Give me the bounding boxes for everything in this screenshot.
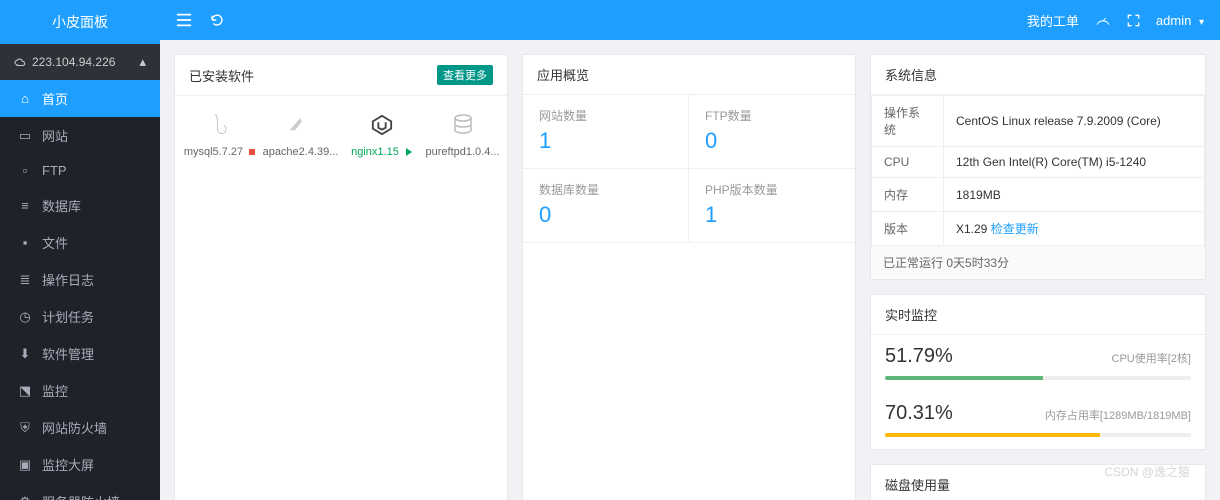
card-title: 应用概览	[537, 65, 589, 84]
sysinfo-table: 操作系统CentOS Linux release 7.9.2009 (Core)…	[871, 95, 1205, 246]
shield-icon: ⛨	[18, 420, 32, 436]
table-row: 操作系统CentOS Linux release 7.9.2009 (Core)	[872, 96, 1205, 147]
home-icon: ⌂	[18, 91, 32, 106]
nav-item-10[interactable]: ▣监控大屏	[0, 446, 160, 483]
mem-bar	[885, 433, 1100, 437]
nav-item-6[interactable]: ◷计划任务	[0, 298, 160, 335]
uptime-text: 已正常运行 0天5时33分	[871, 246, 1205, 279]
monitor-card: 实时监控 51.79% CPU使用率[2核] 70.31% 内存占用率[1289…	[870, 294, 1206, 450]
installed-software-card: 已安装软件 查看更多 mysql5.7.27 apache2.4.39... n…	[174, 54, 508, 500]
stat-item: 数据库数量0	[523, 169, 689, 243]
software-item[interactable]: apache2.4.39...	[260, 104, 341, 164]
card-title: 磁盘使用量	[885, 475, 950, 494]
chevron-down-icon: ▾	[1199, 17, 1204, 28]
download-icon: ⬇	[18, 346, 32, 362]
disk-card: 磁盘使用量 51.75%/目录[8.79GB/16.99GB]51.75%/ww…	[870, 464, 1206, 500]
software-item[interactable]: pureftpd1.0.4...	[422, 104, 503, 164]
folder-icon: ▪	[18, 235, 32, 250]
chevron-up-icon: ▴	[139, 54, 146, 70]
refresh-icon[interactable]	[210, 13, 224, 27]
my-tickets-link[interactable]: 我的工单	[1027, 11, 1079, 30]
software-grid: mysql5.7.27 apache2.4.39... nginx1.15 pu…	[175, 96, 507, 174]
check-update-link[interactable]: 检查更新	[991, 222, 1039, 236]
overview-stats: 网站数量1FTP数量0数据库数量0PHP版本数量1	[523, 95, 855, 243]
chart-icon: ⬔	[18, 383, 32, 399]
software-icon	[424, 110, 501, 140]
card-title: 系统信息	[885, 65, 937, 84]
stat-item: 网站数量1	[523, 95, 689, 169]
fullscreen-icon[interactable]	[1127, 14, 1140, 27]
db-icon: ≡	[18, 198, 32, 213]
overview-card: 应用概览 网站数量1FTP数量0数据库数量0PHP版本数量1	[522, 54, 856, 500]
mem-usage: 70.31% 内存占用率[1289MB/1819MB]	[871, 392, 1205, 449]
monitor-icon: ▭	[18, 128, 32, 144]
ip-text: 223.104.94.226	[32, 55, 115, 69]
card-title: 实时监控	[885, 305, 937, 324]
cpu-bar	[885, 376, 1043, 380]
nav: ⌂首页▭网站▫FTP≡数据库▪文件≣操作日志◷计划任务⬇软件管理⬔监控⛨网站防火…	[0, 80, 160, 500]
folder-o-icon: ▫	[18, 163, 32, 178]
software-item[interactable]: mysql5.7.27	[179, 104, 260, 164]
clock-icon: ◷	[18, 309, 32, 325]
ip-switcher[interactable]: 223.104.94.226 ▴	[0, 44, 160, 80]
table-row: 内存1819MB	[872, 178, 1205, 212]
software-icon	[262, 110, 339, 140]
server-icon: ⚙	[18, 494, 32, 500]
software-icon	[343, 110, 420, 140]
nav-item-4[interactable]: ▪文件	[0, 224, 160, 261]
nav-item-7[interactable]: ⬇软件管理	[0, 335, 160, 372]
nav-item-5[interactable]: ≣操作日志	[0, 261, 160, 298]
software-icon	[181, 110, 258, 140]
sysinfo-card: 系统信息 操作系统CentOS Linux release 7.9.2009 (…	[870, 54, 1206, 280]
stat-item: PHP版本数量1	[689, 169, 855, 243]
nav-item-11[interactable]: ⚙服务器防火墙	[0, 483, 160, 500]
list-icon: ≣	[18, 272, 32, 288]
stat-item: FTP数量0	[689, 95, 855, 169]
nav-item-8[interactable]: ⬔监控	[0, 372, 160, 409]
software-item[interactable]: nginx1.15	[341, 104, 422, 164]
dashboard-icon[interactable]	[1095, 13, 1111, 27]
nav-item-9[interactable]: ⛨网站防火墙	[0, 409, 160, 446]
cloud-icon	[14, 57, 26, 67]
cpu-usage: 51.79% CPU使用率[2核]	[871, 335, 1205, 392]
view-more-button[interactable]: 查看更多	[437, 65, 493, 85]
sidebar: 小皮面板 223.104.94.226 ▴ ⌂首页▭网站▫FTP≡数据库▪文件≣…	[0, 0, 160, 500]
user-menu[interactable]: admin ▾	[1156, 13, 1204, 28]
nav-item-1[interactable]: ▭网站	[0, 117, 160, 154]
table-row: 版本X1.29 检查更新	[872, 212, 1205, 246]
card-title: 已安装软件	[189, 66, 254, 85]
brand-title: 小皮面板	[0, 0, 160, 44]
nav-item-0[interactable]: ⌂首页	[0, 80, 160, 117]
nav-item-2[interactable]: ▫FTP	[0, 154, 160, 187]
menu-toggle-icon[interactable]	[176, 13, 192, 27]
screen-icon: ▣	[18, 457, 32, 473]
nav-item-3[interactable]: ≡数据库	[0, 187, 160, 224]
topbar: 我的工单 admin ▾	[160, 0, 1220, 40]
table-row: CPU12th Gen Intel(R) Core(TM) i5-1240	[872, 147, 1205, 178]
